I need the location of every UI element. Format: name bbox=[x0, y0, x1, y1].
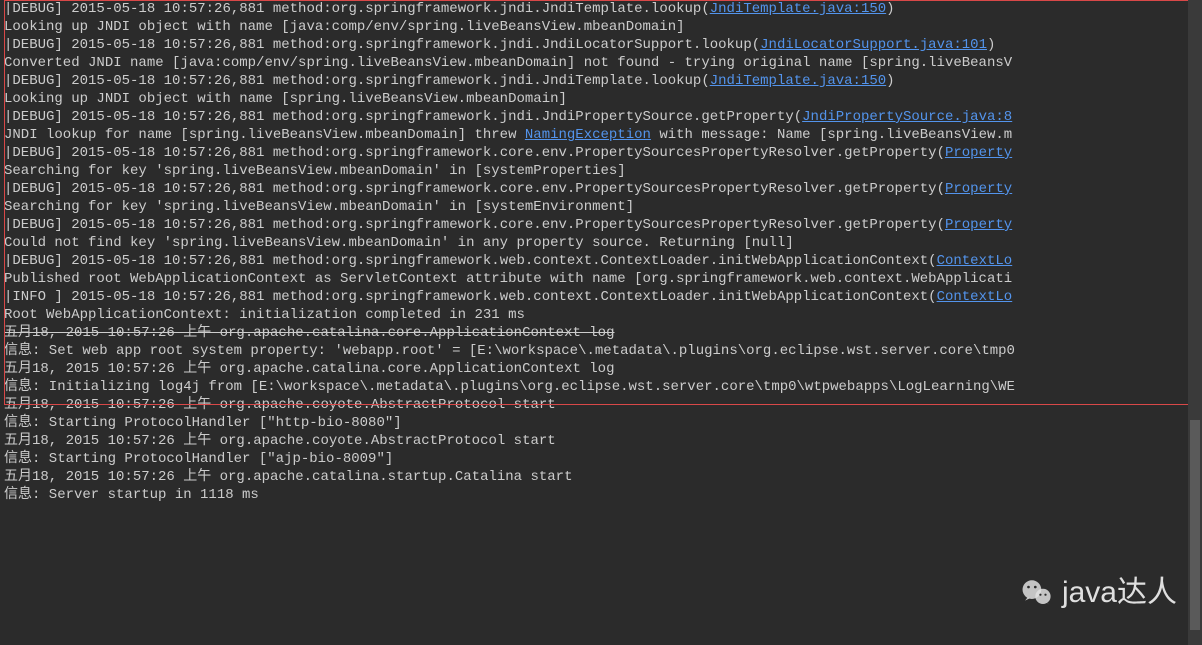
log-text: 信息: Set web app root system property: 'w… bbox=[4, 343, 1015, 359]
log-text: ) bbox=[886, 1, 894, 17]
log-line: 五月18, 2015 10:57:26 上午 org.apache.coyote… bbox=[4, 396, 1202, 414]
log-text: Looking up JNDI object with name [java:c… bbox=[4, 19, 685, 35]
scrollbar-thumb[interactable] bbox=[1190, 420, 1200, 630]
log-text: DEBUG bbox=[12, 1, 54, 17]
wechat-icon bbox=[1020, 576, 1054, 610]
log-text: Searching for key 'spring.liveBeansView.… bbox=[4, 163, 626, 179]
log-text: DEBUG bbox=[12, 37, 54, 53]
log-text: ] 2015-05-18 10:57:26,881 method:org.spr… bbox=[54, 37, 760, 53]
log-line: 信息: Initializing log4j from [E:\workspac… bbox=[4, 378, 1202, 396]
log-line: Root WebApplicationContext: initializati… bbox=[4, 306, 1202, 324]
log-text: ) bbox=[987, 37, 995, 53]
log-line: Searching for key 'spring.liveBeansView.… bbox=[4, 162, 1202, 180]
log-line: JNDI lookup for name [spring.liveBeansVi… bbox=[4, 126, 1202, 144]
log-text: ) bbox=[886, 73, 894, 89]
log-text: 信息: Initializing log4j from [E:\workspac… bbox=[4, 379, 1015, 395]
source-link[interactable]: JndiLocatorSupport.java:101 bbox=[760, 37, 987, 53]
log-text: ] 2015-05-18 10:57:26,881 method:org.spr… bbox=[54, 217, 945, 233]
log-text: 信息: Server startup in 1118 ms bbox=[4, 487, 259, 503]
log-text: Root WebApplicationContext: initializati… bbox=[4, 307, 525, 323]
log-text: Looking up JNDI object with name [spring… bbox=[4, 91, 567, 107]
log-text: 信息: Starting ProtocolHandler ["ajp-bio-8… bbox=[4, 451, 393, 467]
watermark-text: java达人 bbox=[1062, 584, 1177, 602]
log-text: ] 2015-05-18 10:57:26,881 method:org.spr… bbox=[54, 73, 709, 89]
log-text: 五月18, 2015 10:57:26 上午 org.apache.catali… bbox=[4, 325, 615, 341]
source-link[interactable]: JndiPropertySource.java:8 bbox=[802, 109, 1012, 125]
source-link[interactable]: Property bbox=[945, 217, 1012, 233]
log-text: DEBUG bbox=[12, 217, 54, 233]
log-text: DEBUG bbox=[12, 253, 54, 269]
log-line: |DEBUG] 2015-05-18 10:57:26,881 method:o… bbox=[4, 216, 1202, 234]
source-link[interactable]: Property bbox=[945, 145, 1012, 161]
log-text: 五月18, 2015 10:57:26 上午 org.apache.coyote… bbox=[4, 433, 556, 449]
log-text: DEBUG bbox=[12, 73, 54, 89]
log-line: |DEBUG] 2015-05-18 10:57:26,881 method:o… bbox=[4, 144, 1202, 162]
source-link[interactable]: Property bbox=[945, 181, 1012, 197]
log-line: Looking up JNDI object with name [java:c… bbox=[4, 18, 1202, 36]
log-text: Could not find key 'spring.liveBeansView… bbox=[4, 235, 794, 251]
vertical-scrollbar[interactable] bbox=[1188, 0, 1202, 645]
source-link[interactable]: JndiTemplate.java:150 bbox=[710, 1, 886, 17]
log-text: JNDI lookup for name [spring.liveBeansVi… bbox=[4, 127, 525, 143]
log-line: Converted JNDI name [java:comp/env/sprin… bbox=[4, 54, 1202, 72]
log-text: Searching for key 'spring.liveBeansView.… bbox=[4, 199, 634, 215]
log-line: 信息: Server startup in 1118 ms bbox=[4, 486, 1202, 504]
log-text: ] 2015-05-18 10:57:26,881 method:org.spr… bbox=[54, 109, 802, 125]
log-text: INFO bbox=[12, 289, 54, 305]
source-link[interactable]: NamingException bbox=[525, 127, 651, 143]
log-text: ] 2015-05-18 10:57:26,881 method:org.spr… bbox=[54, 253, 936, 269]
log-line: |INFO ] 2015-05-18 10:57:26,881 method:o… bbox=[4, 288, 1202, 306]
console-output[interactable]: |DEBUG] 2015-05-18 10:57:26,881 method:o… bbox=[0, 0, 1202, 504]
log-text: DEBUG bbox=[12, 145, 54, 161]
log-line: Published root WebApplicationContext as … bbox=[4, 270, 1202, 288]
log-line: 五月18, 2015 10:57:26 上午 org.apache.catali… bbox=[4, 324, 1202, 342]
log-text: with message: Name [spring.liveBeansView… bbox=[651, 127, 1012, 143]
log-line: 信息: Starting ProtocolHandler ["ajp-bio-8… bbox=[4, 450, 1202, 468]
log-text: ] 2015-05-18 10:57:26,881 method:org.spr… bbox=[54, 181, 945, 197]
log-text: DEBUG bbox=[12, 109, 54, 125]
log-line: 五月18, 2015 10:57:26 上午 org.apache.coyote… bbox=[4, 432, 1202, 450]
log-text: DEBUG bbox=[12, 181, 54, 197]
log-line: |DEBUG] 2015-05-18 10:57:26,881 method:o… bbox=[4, 108, 1202, 126]
log-text: ] 2015-05-18 10:57:26,881 method:org.spr… bbox=[54, 1, 709, 17]
log-text: Published root WebApplicationContext as … bbox=[4, 271, 1012, 287]
log-line: |DEBUG] 2015-05-18 10:57:26,881 method:o… bbox=[4, 252, 1202, 270]
log-text: 五月18, 2015 10:57:26 上午 org.apache.catali… bbox=[4, 361, 615, 377]
log-line: 信息: Starting ProtocolHandler ["http-bio-… bbox=[4, 414, 1202, 432]
watermark: java达人 bbox=[1020, 576, 1177, 610]
log-text: Converted JNDI name [java:comp/env/sprin… bbox=[4, 55, 1012, 71]
source-link[interactable]: ContextLo bbox=[937, 253, 1013, 269]
source-link[interactable]: JndiTemplate.java:150 bbox=[710, 73, 886, 89]
log-line: 五月18, 2015 10:57:26 上午 org.apache.catali… bbox=[4, 360, 1202, 378]
log-line: Searching for key 'spring.liveBeansView.… bbox=[4, 198, 1202, 216]
log-text: ] 2015-05-18 10:57:26,881 method:org.spr… bbox=[54, 145, 945, 161]
source-link[interactable]: ContextLo bbox=[937, 289, 1013, 305]
log-line: Could not find key 'spring.liveBeansView… bbox=[4, 234, 1202, 252]
log-line: |DEBUG] 2015-05-18 10:57:26,881 method:o… bbox=[4, 0, 1202, 18]
log-line: Looking up JNDI object with name [spring… bbox=[4, 90, 1202, 108]
log-text: 信息: Starting ProtocolHandler ["http-bio-… bbox=[4, 415, 402, 431]
log-line: |DEBUG] 2015-05-18 10:57:26,881 method:o… bbox=[4, 72, 1202, 90]
log-text: ] 2015-05-18 10:57:26,881 method:org.spr… bbox=[54, 289, 936, 305]
log-line: 信息: Set web app root system property: 'w… bbox=[4, 342, 1202, 360]
log-text: 五月18, 2015 10:57:26 上午 org.apache.catali… bbox=[4, 469, 572, 485]
log-line: 五月18, 2015 10:57:26 上午 org.apache.catali… bbox=[4, 468, 1202, 486]
log-line: |DEBUG] 2015-05-18 10:57:26,881 method:o… bbox=[4, 36, 1202, 54]
log-text: 五月18, 2015 10:57:26 上午 org.apache.coyote… bbox=[4, 397, 556, 413]
log-line: |DEBUG] 2015-05-18 10:57:26,881 method:o… bbox=[4, 180, 1202, 198]
